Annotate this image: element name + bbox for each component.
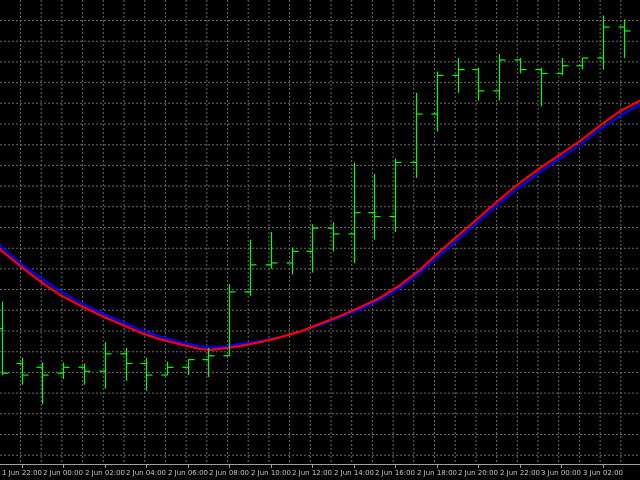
time-axis-label: 1 Jun 22:00	[2, 469, 42, 477]
ohlc-bar	[36, 362, 49, 405]
ohlc-bar	[99, 342, 112, 389]
time-axis: 1 Jun 22:00 2 Jun 00:00 2 Jun 02:00 2 Jun 0…	[0, 464, 640, 477]
time-axis-label: 2 Jun 04:00	[126, 469, 166, 477]
time-axis-label: 3 Jun 02:00	[583, 469, 623, 477]
grid	[0, 0, 640, 464]
ohlc-bar	[57, 362, 70, 379]
ohlc-bar	[286, 247, 299, 275]
time-axis-label: 2 Jun 14:00	[334, 469, 374, 477]
ohlc-bar	[368, 174, 381, 240]
ohlc-bar	[140, 357, 153, 391]
ohlc-bar	[327, 222, 340, 252]
ohlc-bar	[389, 158, 402, 232]
time-axis-label: 2 Jun 10:00	[251, 469, 291, 477]
time-axis-label: 2 Jun 00:00	[43, 469, 83, 477]
ohlc-bar	[16, 357, 29, 385]
ohlc-bar	[78, 363, 91, 385]
ohlc-bar	[514, 58, 527, 74]
time-axis-label: 2 Jun 18:00	[417, 469, 457, 477]
ohlc-bar	[120, 348, 133, 381]
chart-window[interactable]: 1 Jun 22:00 2 Jun 00:00 2 Jun 02:00 2 Jun 0…	[0, 0, 640, 480]
ohlc-bar	[0, 301, 9, 376]
ohlc-bar	[535, 67, 548, 107]
ohlc-bar	[161, 361, 174, 376]
time-axis-label: 2 Jun 06:00	[168, 469, 208, 477]
indicator-lines	[0, 99, 640, 352]
ohlc-bar	[452, 58, 465, 93]
time-axis-label: 3 Jun 00:00	[541, 469, 581, 477]
price-chart[interactable]: 1 Jun 22:00 2 Jun 00:00 2 Jun 02:00 2 Jun 0…	[0, 0, 640, 480]
ohlc-bars	[0, 15, 631, 405]
time-axis-label: 2 Jun 20:00	[458, 469, 498, 477]
time-axis-label: 2 Jun 02:00	[85, 469, 125, 477]
ohlc-bar	[597, 15, 610, 70]
ohlc-bar	[265, 232, 278, 269]
time-axis-label: 2 Jun 16:00	[375, 469, 415, 477]
ohlc-bar	[576, 57, 589, 70]
ohlc-bar	[348, 162, 361, 263]
time-axis-label: 2 Jun 12:00	[292, 469, 332, 477]
ohlc-bar	[472, 67, 485, 101]
moving-average-blue-line	[0, 103, 640, 350]
time-axis-label: 2 Jun 08:00	[209, 469, 249, 477]
time-axis-label: 2 Jun 22:00	[500, 469, 540, 477]
ohlc-bar	[244, 239, 257, 296]
moving-average-red-line	[0, 99, 640, 352]
ohlc-bar	[493, 54, 506, 101]
ohlc-bar	[431, 71, 444, 132]
